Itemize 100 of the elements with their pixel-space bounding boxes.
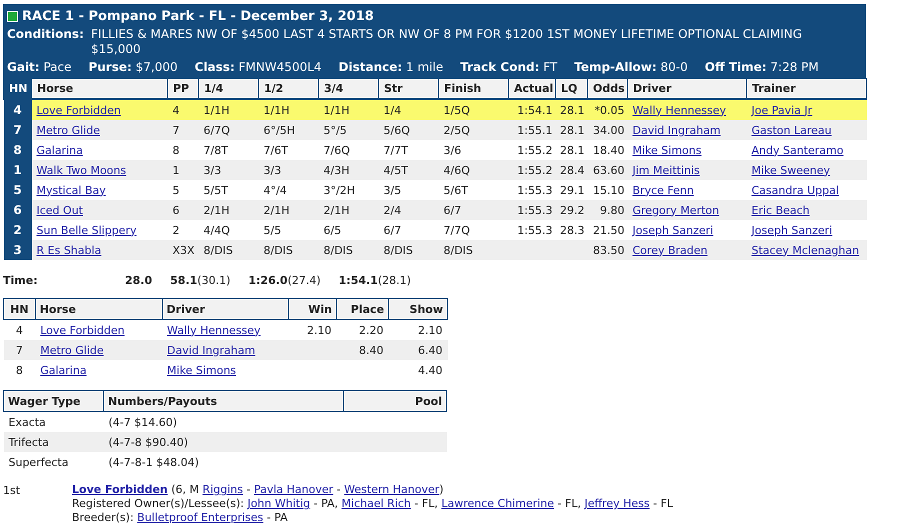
payout-cell: 2.10 xyxy=(306,324,332,336)
column-header: Pool xyxy=(344,390,446,412)
table-cell: 2/4 xyxy=(384,204,402,216)
table-cell: 1/5Q xyxy=(444,104,470,116)
column-header: Odds xyxy=(588,78,628,99)
driver-link[interactable]: Joseph Sanzeri xyxy=(632,224,714,236)
driver-link[interactable]: Mike Simons xyxy=(632,144,702,156)
horse-link[interactable]: Mystical Bay xyxy=(36,184,106,196)
table-cell: 4/5T xyxy=(384,164,408,176)
table-cell: 1/1H xyxy=(204,104,230,116)
column-header: Horse xyxy=(32,78,168,99)
wager-type: Trifecta xyxy=(8,436,49,448)
info-value: FT xyxy=(543,60,558,74)
table-cell: 2 xyxy=(172,224,180,236)
table-cell: 6/7 xyxy=(384,224,402,236)
table-cell: 1/4 xyxy=(384,104,402,116)
table-cell: 3/5 xyxy=(384,184,402,196)
horse-link[interactable]: Galarina xyxy=(40,364,87,376)
table-cell: 5/6T xyxy=(444,184,468,196)
name-link[interactable]: Pavla Hanover xyxy=(254,483,334,496)
column-header: Trainer xyxy=(746,78,866,99)
table-cell: 8 xyxy=(172,144,180,156)
column-header: 1/4 xyxy=(198,78,258,99)
table-cell: 5/6Q xyxy=(384,124,410,136)
horse-link[interactable]: Love Forbidden xyxy=(72,483,168,496)
table-cell: 28.3 xyxy=(560,224,584,236)
table-cell: 6°/5H xyxy=(264,124,295,136)
table-cell: X3X xyxy=(172,244,195,256)
table-cell: 4/6Q xyxy=(444,164,470,176)
name-link[interactable]: Lawrence Chimerine xyxy=(441,497,554,510)
driver-link[interactable]: Wally Hennessey xyxy=(167,324,261,336)
quarter-time: (27.4) xyxy=(288,274,321,286)
detail-text: (6, M xyxy=(171,483,200,496)
table-cell: 29.1 xyxy=(560,184,584,196)
finish-place: 1st xyxy=(3,483,22,499)
column-header: Driver xyxy=(162,298,289,320)
table-cell: 2/5Q xyxy=(444,124,470,136)
trainer-link[interactable]: Casandra Uppal xyxy=(752,184,839,196)
table-cell: 7/7T xyxy=(384,144,408,156)
info-value: FMNW4500L4 xyxy=(238,60,322,74)
info-value: 7:28 PM xyxy=(770,60,819,74)
detail-text: - xyxy=(336,483,341,496)
table-cell: 28.1 xyxy=(560,104,584,116)
table-cell: 6/5 xyxy=(324,224,342,236)
name-link[interactable]: Bulletproof Enterprises xyxy=(137,511,264,523)
table-cell: 7/8T xyxy=(204,144,228,156)
table-cell: 2/1H xyxy=(324,204,350,216)
column-header: LQ xyxy=(556,78,588,99)
payout-cell: 6.40 xyxy=(418,344,442,356)
table-cell: 28.1 xyxy=(560,144,584,156)
name-link[interactable]: Riggins xyxy=(202,483,243,496)
table-cell: 5°/5 xyxy=(324,124,347,136)
info-label: Temp-Allow: xyxy=(574,60,657,74)
table-cell: 6/7Q xyxy=(204,124,230,136)
table-cell: 6 xyxy=(172,204,180,216)
detail-text: - PA, xyxy=(314,497,338,510)
column-header: Show xyxy=(388,298,448,320)
detail-text: Registered Owner(s)/Lessee(s): xyxy=(72,497,244,510)
driver-link[interactable]: Mike Simons xyxy=(167,364,236,376)
info-value: $7,000 xyxy=(136,60,178,74)
payout-cell: 2.10 xyxy=(418,324,442,336)
name-link[interactable]: Michael Rich xyxy=(342,497,411,510)
table-cell: 15.10 xyxy=(593,184,624,196)
name-link[interactable]: John Whitig xyxy=(247,497,310,510)
column-header: HN xyxy=(4,298,36,320)
table-cell: 83.50 xyxy=(593,244,624,256)
payout-text: (4-7 $14.60) xyxy=(108,416,178,428)
table-cell: 4 xyxy=(172,104,180,116)
split-time: 28.0 xyxy=(125,274,152,286)
trainer-link[interactable]: Andy Santeramo xyxy=(752,144,844,156)
table-cell: 8/DIS xyxy=(204,244,233,256)
trainer-link[interactable]: Joseph Sanzeri xyxy=(752,224,832,236)
table-cell: 21.50 xyxy=(593,224,624,236)
column-header: Win xyxy=(288,298,336,320)
table-cell: 4/4Q xyxy=(204,224,230,236)
table-cell: 28.1 xyxy=(560,124,584,136)
payout-text: (4-7-8-1 $48.04) xyxy=(108,456,199,468)
table-cell: 5/5 xyxy=(264,224,282,236)
time-label: Time: xyxy=(3,274,39,286)
wager-type: Exacta xyxy=(8,416,46,428)
horse-link[interactable]: Galarina xyxy=(36,144,83,156)
table-cell: 1:55.3 xyxy=(517,224,552,236)
detail-text: - FL xyxy=(653,497,674,510)
table-cell: 2/1H xyxy=(204,204,230,216)
horse-link[interactable]: Love Forbidden xyxy=(40,324,125,336)
table-cell: 4°/4 xyxy=(264,184,287,196)
name-link[interactable]: Western Hanover xyxy=(344,483,440,496)
table-cell: 8 xyxy=(16,364,23,376)
info-label: Gait: xyxy=(7,60,40,74)
table-cell: 1 xyxy=(172,164,180,176)
column-header: Actual xyxy=(508,78,556,99)
horse-link[interactable]: Sun Belle Slippery xyxy=(36,224,136,236)
info-label: Off Time: xyxy=(704,60,767,74)
conditions-text: FILLIES & MARES NW OF $4500 LAST 4 STARTS OR NW OF 8 PM FOR $1200 1ST MONEY LIFETIME OPTIONAL CLAIMING $15,000 xyxy=(91,27,804,57)
column-header: Wager Type xyxy=(4,390,104,412)
detail-text: - FL, xyxy=(558,497,581,510)
driver-link[interactable]: Bryce Fenn xyxy=(632,184,694,196)
split-time: 1:26.0 xyxy=(248,274,288,286)
name-link[interactable]: Jeffrey Hess xyxy=(584,497,650,510)
column-header: Str xyxy=(378,78,438,99)
